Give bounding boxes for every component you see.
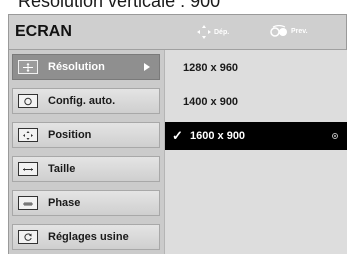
option-1280x960[interactable]: 1280 x 960 [165, 54, 347, 82]
submenu-arrow-icon [144, 63, 150, 71]
option-label: 1400 x 900 [183, 96, 239, 108]
prev-hint-label: Prev. [291, 27, 308, 35]
position-icon [18, 128, 38, 142]
osd-title: ECRAN [15, 23, 72, 40]
menu-item-auto-config[interactable]: Config. auto. [12, 88, 160, 114]
menu-item-label: Taille [48, 163, 76, 175]
menu-item-size[interactable]: Taille [12, 156, 160, 182]
option-label: 1600 x 900 [190, 130, 246, 142]
menu-sidebar: Résolution Config. auto. Position Taille… [9, 50, 164, 254]
screen: Résolution verticale : 900 ECRAN Dép. Pr… [0, 0, 347, 254]
resolution-icon [18, 60, 38, 74]
top-caption: Résolution verticale : 900 [18, 0, 221, 11]
prev-hint: Prev. [270, 25, 308, 37]
osd-header: ECRAN Dép. Prev. [9, 15, 346, 50]
move-hint-label: Dép. [214, 28, 230, 36]
menu-item-resolution[interactable]: Résolution [12, 54, 160, 80]
selection-dot-icon [332, 133, 338, 139]
menu-item-label: Réglages usine [48, 231, 129, 243]
move-hint: Dép. [197, 25, 229, 39]
move-icon [197, 25, 211, 39]
menu-item-label: Config. auto. [48, 95, 116, 107]
option-1600x900[interactable]: ✓ 1600 x 900 [165, 122, 347, 150]
phase-icon [18, 196, 38, 210]
checkmark-icon: ✓ [172, 128, 183, 143]
menu-item-factory-reset[interactable]: Réglages usine [12, 224, 160, 250]
menu-item-position[interactable]: Position [12, 122, 160, 148]
menu-item-label: Phase [48, 197, 81, 209]
menu-item-label: Résolution [48, 61, 105, 73]
options-panel: 1280 x 960 1400 x 900 ✓ 1600 x 900 [164, 50, 347, 254]
prev-icon [270, 25, 288, 37]
option-label: 1280 x 960 [183, 62, 239, 74]
menu-item-label: Position [48, 129, 92, 141]
size-icon [18, 162, 38, 176]
auto-config-icon [18, 94, 38, 108]
option-1400x900[interactable]: 1400 x 900 [165, 88, 347, 116]
menu-item-phase[interactable]: Phase [12, 190, 160, 216]
factory-reset-icon [18, 230, 38, 244]
osd-panel: ECRAN Dép. Prev. Résolution Config. auto… [8, 14, 347, 254]
